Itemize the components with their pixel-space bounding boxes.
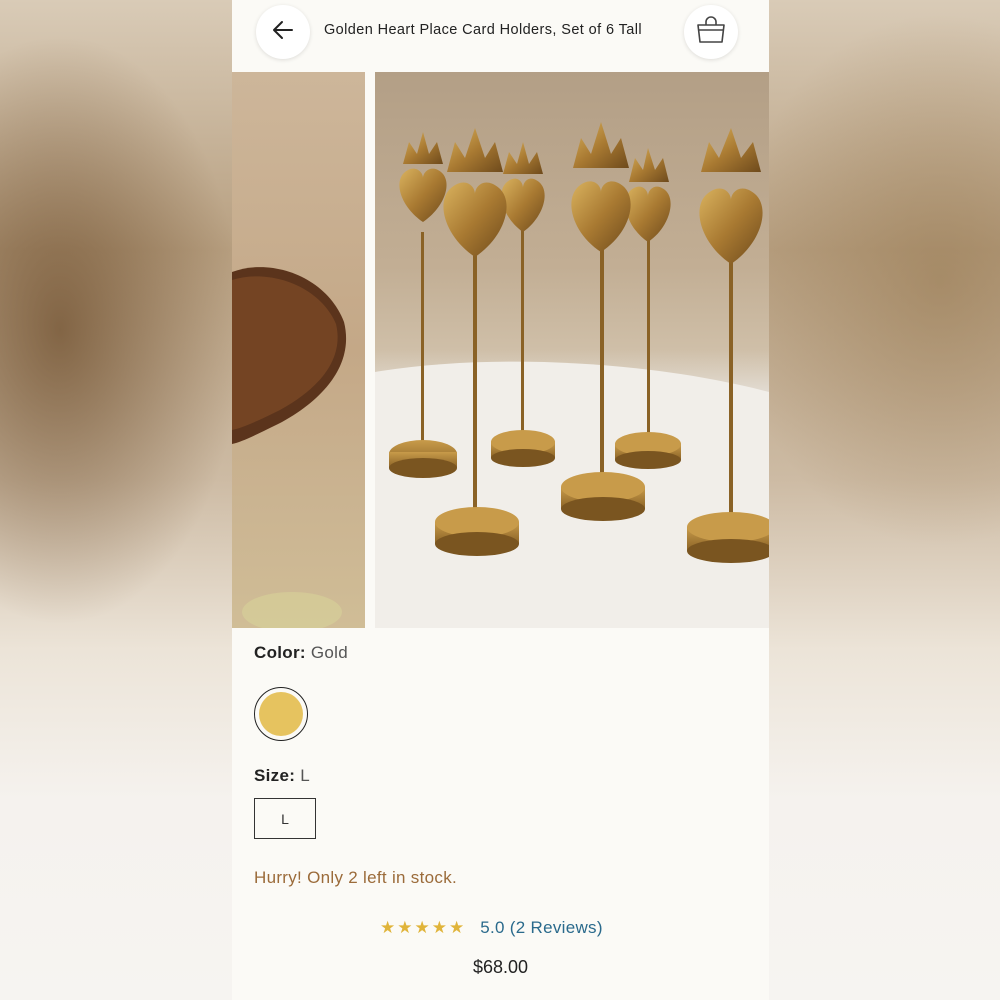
rating-summary[interactable]: ★★★★★ 5.0 (2 Reviews): [380, 918, 603, 938]
image-gallery[interactable]: [232, 72, 769, 628]
color-swatch-gold[interactable]: [254, 687, 308, 741]
product-image-detail[interactable]: [232, 72, 365, 628]
top-bar: Golden Heart Place Card Holders, Set of …: [232, 0, 769, 72]
product-page: Golden Heart Place Card Holders, Set of …: [232, 0, 769, 1000]
shopping-bag-icon: [695, 15, 727, 50]
color-label-text: Color:: [254, 643, 306, 662]
size-option-l[interactable]: L: [254, 798, 316, 839]
size-label: Size: L: [254, 766, 310, 786]
arrow-left-icon: [272, 19, 294, 46]
product-price: $68.00: [472, 957, 529, 977]
stock-message: Hurry! Only 2 left in stock.: [254, 868, 458, 887]
swatch-fill: [259, 692, 303, 736]
page-title: Golden Heart Place Card Holders, Set of …: [324, 22, 642, 38]
size-label-text: Size:: [254, 766, 296, 785]
cart-button[interactable]: [684, 5, 738, 59]
back-button[interactable]: [256, 5, 310, 59]
color-label: Color: Gold: [254, 643, 348, 663]
color-value: Gold: [310, 643, 348, 662]
reviews-link[interactable]: 5.0 (2 Reviews): [480, 918, 603, 938]
product-image-main[interactable]: [375, 72, 769, 628]
star-rating-icon: ★★★★★: [380, 918, 467, 937]
size-value: L: [300, 766, 310, 785]
